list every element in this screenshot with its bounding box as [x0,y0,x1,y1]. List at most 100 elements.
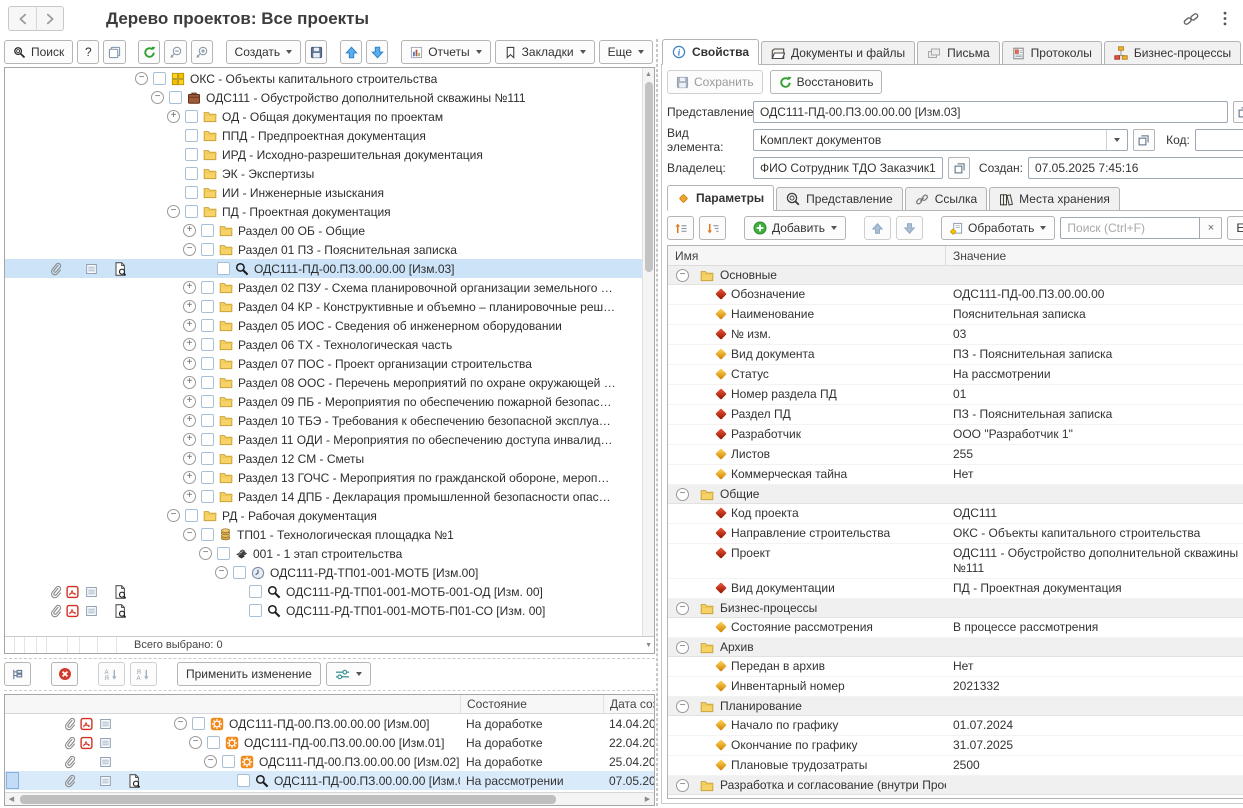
param-value[interactable]: ОДС111-ПД-00.ПЗ.00.00.00 [946,285,1243,304]
tree-row[interactable]: −РД - Рабочая документация [5,506,654,525]
node-checkbox[interactable] [201,300,214,313]
scroll-down-icon[interactable]: ▼ [645,642,652,649]
param-value[interactable]: 2500 [946,756,1243,775]
tree-row[interactable]: +Раздел 05 ИОС - Сведения об инженерном … [5,316,654,335]
column-date[interactable]: Дата создания [603,695,654,713]
row-selector[interactable] [6,734,19,751]
note-icon[interactable] [99,755,112,768]
doc-search-icon[interactable] [113,584,128,599]
tree-row[interactable]: ППД - Предпроектная документация [5,126,654,145]
node-checkbox[interactable] [201,528,214,541]
expand-node-icon[interactable]: + [183,433,196,446]
expand-node-icon[interactable]: + [183,281,196,294]
version-row[interactable]: −ОДС111-ПД-00.ПЗ.00.00.00 [Изм.00]На дор… [5,714,654,733]
collapse-groups-button[interactable] [667,216,694,240]
expand-node-icon[interactable]: + [183,452,196,465]
param-row[interactable]: Передан в архивНет [668,657,1243,677]
tree-row[interactable]: +Раздел 07 ПОС - Проект организации стро… [5,354,654,373]
node-checkbox[interactable] [201,414,214,427]
expand-node-icon[interactable]: + [183,319,196,332]
paperclip-icon[interactable] [63,755,76,768]
tree-scrollbar[interactable]: ▲ [642,68,654,636]
paperclip-icon[interactable] [49,585,62,598]
tree-row[interactable]: ИИ - Инженерные изыскания [5,183,654,202]
collapse-node-icon[interactable]: − [167,509,180,522]
collapse-all-button[interactable] [164,40,186,64]
node-checkbox[interactable] [201,243,214,256]
node-checkbox[interactable] [217,547,230,560]
tree-row[interactable]: +Раздел 04 КР - Конструктивные и объемно… [5,297,654,316]
collapse-group-icon[interactable]: − [676,488,689,501]
collapse-group-icon[interactable]: − [676,779,689,792]
collapse-group-icon[interactable]: − [676,602,689,615]
pdf-icon[interactable] [66,604,79,617]
sort-desc-button[interactable]: ЯА [130,662,157,686]
save-button[interactable]: Сохранить [667,70,763,94]
process-button[interactable]: Обработать [941,216,1055,240]
node-checkbox[interactable] [185,129,198,142]
column-name[interactable]: Имя [668,246,946,265]
param-group-row[interactable]: −Разработка и согласование (внутри Проек… [668,776,1243,795]
move-down-button[interactable] [366,40,388,64]
expand-node-icon[interactable]: + [183,338,196,351]
param-down-button[interactable] [896,216,923,240]
expand-node-icon[interactable]: + [183,414,196,427]
node-checkbox[interactable] [153,72,166,85]
param-row[interactable]: Состояние рассмотренияВ процессе рассмот… [668,618,1243,638]
windows-button[interactable] [103,40,125,64]
tree-row[interactable]: +Раздел 13 ГОЧС - Мероприятия по граждан… [5,468,654,487]
param-value[interactable]: 255 [946,445,1243,464]
collapse-node-icon[interactable]: − [174,717,187,730]
expand-node-icon[interactable]: + [183,300,196,313]
pdf-icon[interactable] [80,717,93,730]
expand-node-icon[interactable]: + [183,376,196,389]
param-value[interactable]: Нет [946,657,1243,676]
version-row[interactable]: −ОДС111-ПД-00.ПЗ.00.00.00 [Изм.02]На дор… [5,752,654,771]
doc-search-icon[interactable] [113,603,128,618]
expand-node-icon[interactable]: + [183,224,196,237]
tree-row[interactable]: +ОД - Общая документация по проектам [5,107,654,126]
node-checkbox[interactable] [201,490,214,503]
param-row[interactable]: Коммерческая тайнаНет [668,465,1243,485]
column-value[interactable]: Значение [946,246,1243,265]
note-icon[interactable] [85,262,98,275]
params-search-input[interactable] [1060,217,1200,239]
node-checkbox[interactable] [201,395,214,408]
tree-row[interactable]: +Раздел 09 ПБ - Мероприятия по обеспечен… [5,392,654,411]
node-checkbox[interactable] [233,566,246,579]
paperclip-icon[interactable] [63,736,76,749]
collapse-node-icon[interactable]: − [183,528,196,541]
tree-row[interactable]: ЭК - Экспертизы [5,164,654,183]
param-row[interactable]: Направление строительстваОКС - Объекты к… [668,524,1243,544]
row-selector[interactable] [6,772,19,789]
tab-документы-и-файлы[interactable]: Документы и файлы [761,41,915,64]
pdf-icon[interactable] [80,736,93,749]
node-checkbox[interactable] [201,319,214,332]
param-value[interactable]: 01 [946,385,1243,404]
subtab-параметры[interactable]: Параметры [667,185,774,211]
tree-view-toggle-button[interactable] [4,662,31,686]
node-checkbox[interactable] [185,509,198,522]
note-icon[interactable] [85,585,98,598]
param-group-row[interactable]: −Бизнес-процессы [668,599,1243,618]
param-value[interactable]: ОДС111 - Обустройство дополнительной скв… [946,544,1243,578]
collapse-node-icon[interactable]: − [199,547,212,560]
node-checkbox[interactable] [207,736,220,749]
param-value[interactable]: Пояснительная записка [946,305,1243,324]
param-group-row[interactable]: −Планирование [668,697,1243,716]
created-field[interactable]: 07.05.2025 7:45:16 [1028,157,1243,179]
tree-row[interactable]: ИРД - Исходно-разрешительная документаци… [5,145,654,164]
tree-row[interactable]: +Раздел 14 ДПБ - Декларация промышленной… [5,487,654,506]
param-value[interactable]: ПД - Проектная документация [946,579,1243,598]
node-checkbox[interactable] [201,433,214,446]
param-value[interactable]: ОДС111 [946,504,1243,523]
node-checkbox[interactable] [249,604,262,617]
subtab-ссылка[interactable]: Ссылка [905,187,987,210]
paperclip-icon[interactable] [63,774,76,787]
param-row[interactable]: № изм.03 [668,325,1243,345]
param-row[interactable]: ПроектОДС111 - Обустройство дополнительн… [668,544,1243,579]
param-row[interactable]: Раздел ПДПЗ - Пояснительная записка [668,405,1243,425]
tree-row[interactable]: +Раздел 12 СМ - Сметы [5,449,654,468]
param-row[interactable]: Плановые трудозатраты2500 [668,756,1243,776]
representation-input[interactable]: ОДС111-ПД-00.ПЗ.00.00.00 [Изм.03] [753,101,1228,123]
